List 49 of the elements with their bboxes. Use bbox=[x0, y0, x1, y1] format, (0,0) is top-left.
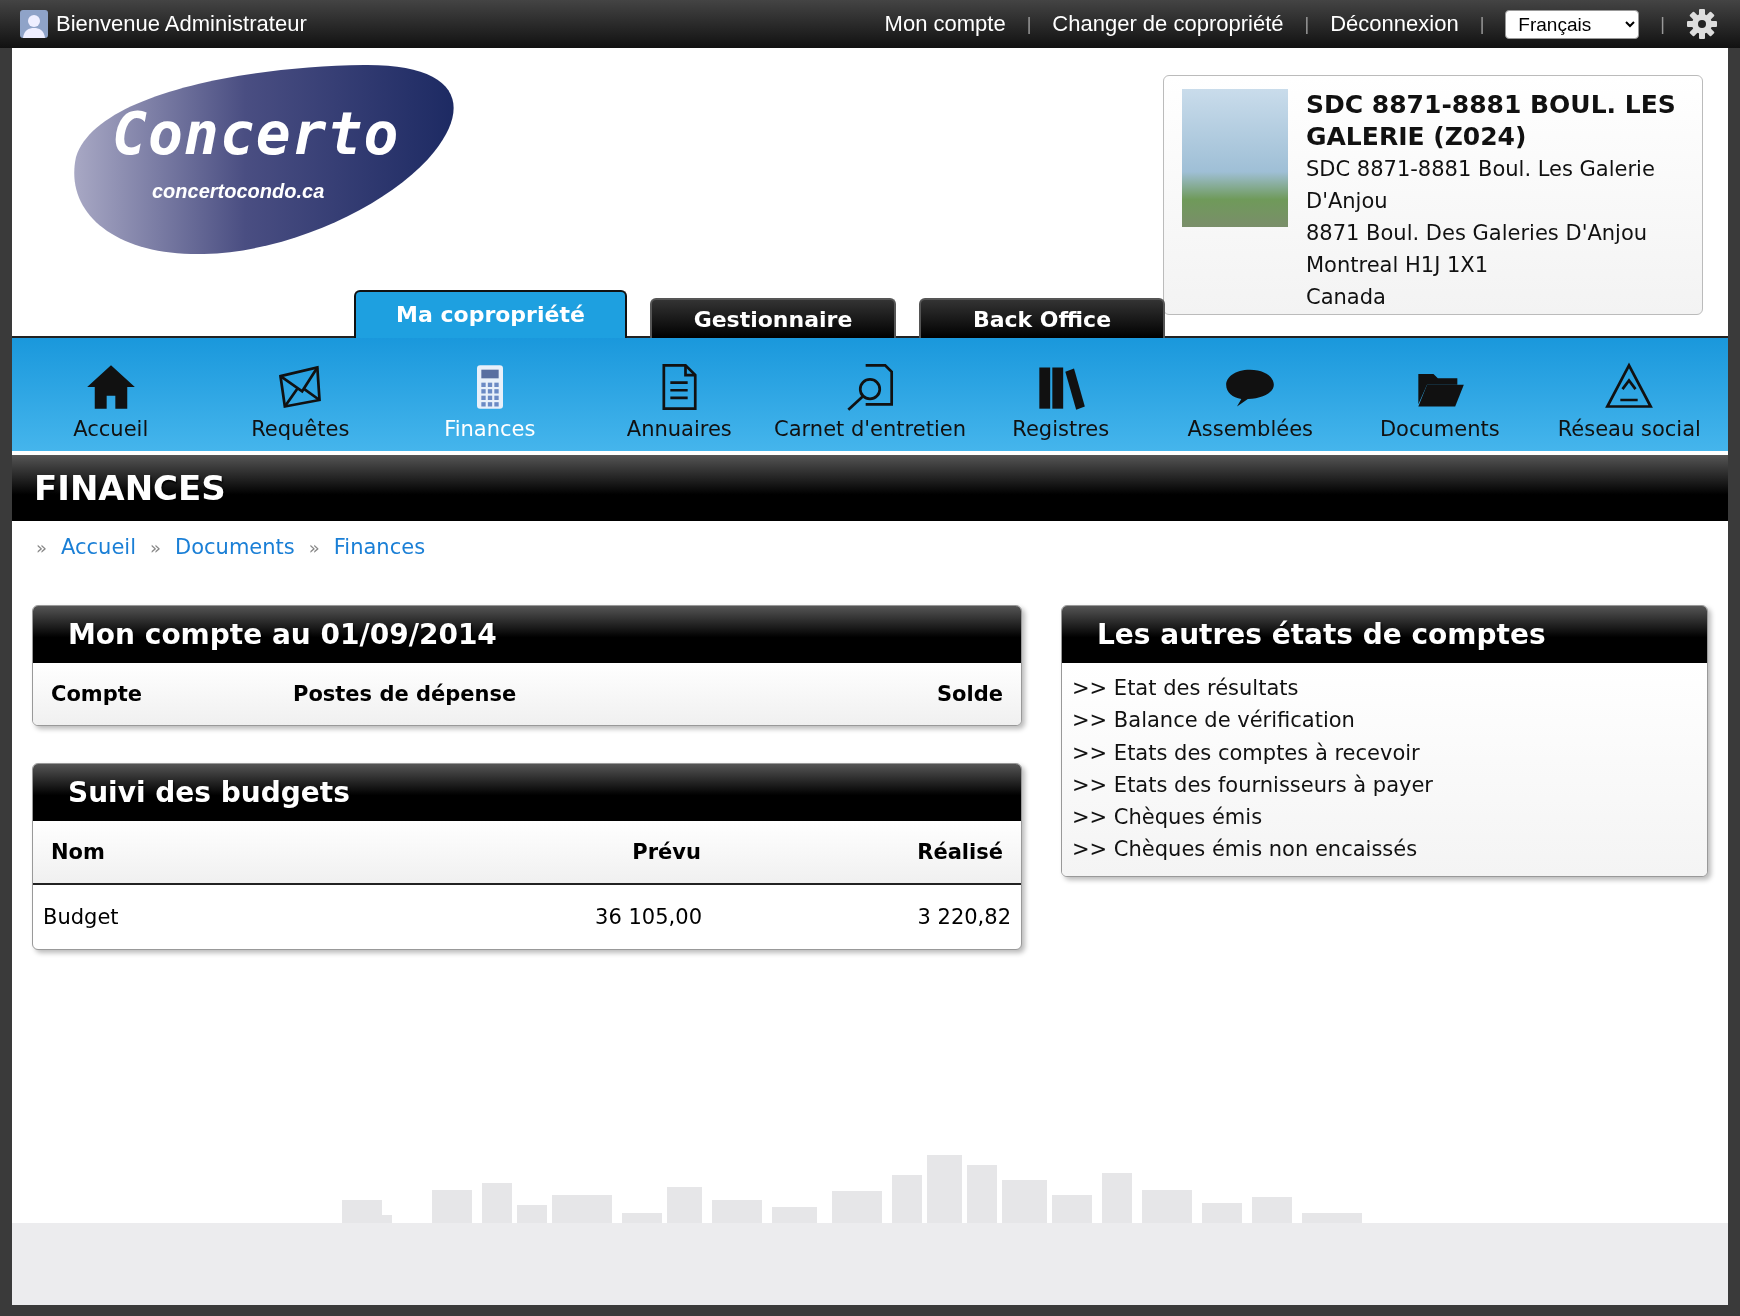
separator-text: | bbox=[1026, 13, 1032, 35]
section-tab[interactable]: Gestionnaire bbox=[650, 298, 896, 338]
nav-item[interactable]: Documents bbox=[1345, 338, 1535, 451]
nav-item[interactable]: Registres bbox=[965, 338, 1156, 451]
panel-header: Suivi des budgets bbox=[33, 764, 1021, 821]
column-header: Solde bbox=[821, 663, 1021, 725]
language-select[interactable]: Français bbox=[1505, 9, 1640, 39]
separator-text: | bbox=[1304, 13, 1310, 35]
separator-text: | bbox=[1660, 13, 1665, 35]
breadcrumb-separator: » bbox=[150, 536, 162, 558]
breadcrumb-separator: » bbox=[36, 536, 47, 558]
nav-item[interactable]: Carnet d'entretien bbox=[774, 338, 966, 451]
top-link[interactable]: Déconnexion bbox=[1330, 11, 1459, 37]
column-header: Réalisé bbox=[702, 821, 1021, 884]
statement-link[interactable]: >> Chèques émis non encaissés bbox=[1072, 833, 1418, 866]
address-line: SDC 8871-8881 Boul. Les Galerie D'Anjou bbox=[1306, 156, 1656, 215]
welcome-text: Bienvenue Administrateur bbox=[56, 11, 307, 37]
breadcrumb-link[interactable]: Documents bbox=[175, 535, 295, 559]
table-cell: 3 220,82 bbox=[702, 884, 1021, 949]
page-title: FINANCES bbox=[34, 468, 226, 508]
panel-header: Les autres états de comptes bbox=[1062, 606, 1707, 663]
statement-link[interactable]: >> Chèques émis bbox=[1072, 801, 1263, 834]
table-cell: 36 105,00 bbox=[500, 884, 702, 949]
settings-icon[interactable] bbox=[1686, 8, 1718, 40]
nav-item[interactable]: Réseau social bbox=[1534, 338, 1725, 451]
nav-item[interactable]: Accueil bbox=[16, 338, 206, 451]
column-header: Nom bbox=[33, 821, 500, 884]
address-line: Canada bbox=[1306, 284, 1387, 311]
user-avatar-icon bbox=[20, 10, 48, 38]
breadcrumb-link[interactable]: Finances bbox=[333, 535, 426, 559]
statement-link[interactable]: >> Etats des fournisseurs à payer bbox=[1072, 768, 1433, 802]
table-cell: Budget bbox=[33, 884, 500, 949]
top-link[interactable]: Changer de copropriété bbox=[1052, 11, 1284, 37]
breadcrumb-separator: » bbox=[308, 536, 320, 558]
nav-item[interactable]: Requêtes bbox=[205, 338, 396, 451]
statement-link[interactable]: >> Etat des résultats bbox=[1072, 672, 1299, 705]
top-link[interactable]: Mon compte bbox=[884, 11, 1006, 37]
statement-link[interactable]: >> Etats des comptes à recevoir bbox=[1072, 736, 1420, 769]
address-line: Montreal H1J 1X1 bbox=[1306, 252, 1490, 279]
section-tab[interactable]: Back Office bbox=[919, 298, 1165, 338]
panel-header: Mon compte au 01/09/2014 bbox=[33, 606, 1021, 663]
nav-item[interactable]: Assemblées bbox=[1155, 338, 1345, 451]
separator-text: | bbox=[1479, 13, 1485, 35]
breadcrumb-link[interactable]: Accueil bbox=[61, 535, 136, 559]
column-header: Compte bbox=[33, 663, 292, 725]
property-title: SDC 8871-8881 BOUL. LES GALERIE (Z024) bbox=[1306, 89, 1677, 153]
statement-link[interactable]: >> Balance de vérification bbox=[1072, 704, 1355, 737]
nav-item[interactable]: Annuaires bbox=[584, 338, 775, 451]
address-line: 8871 Boul. Des Galeries D'Anjou bbox=[1306, 220, 1649, 247]
